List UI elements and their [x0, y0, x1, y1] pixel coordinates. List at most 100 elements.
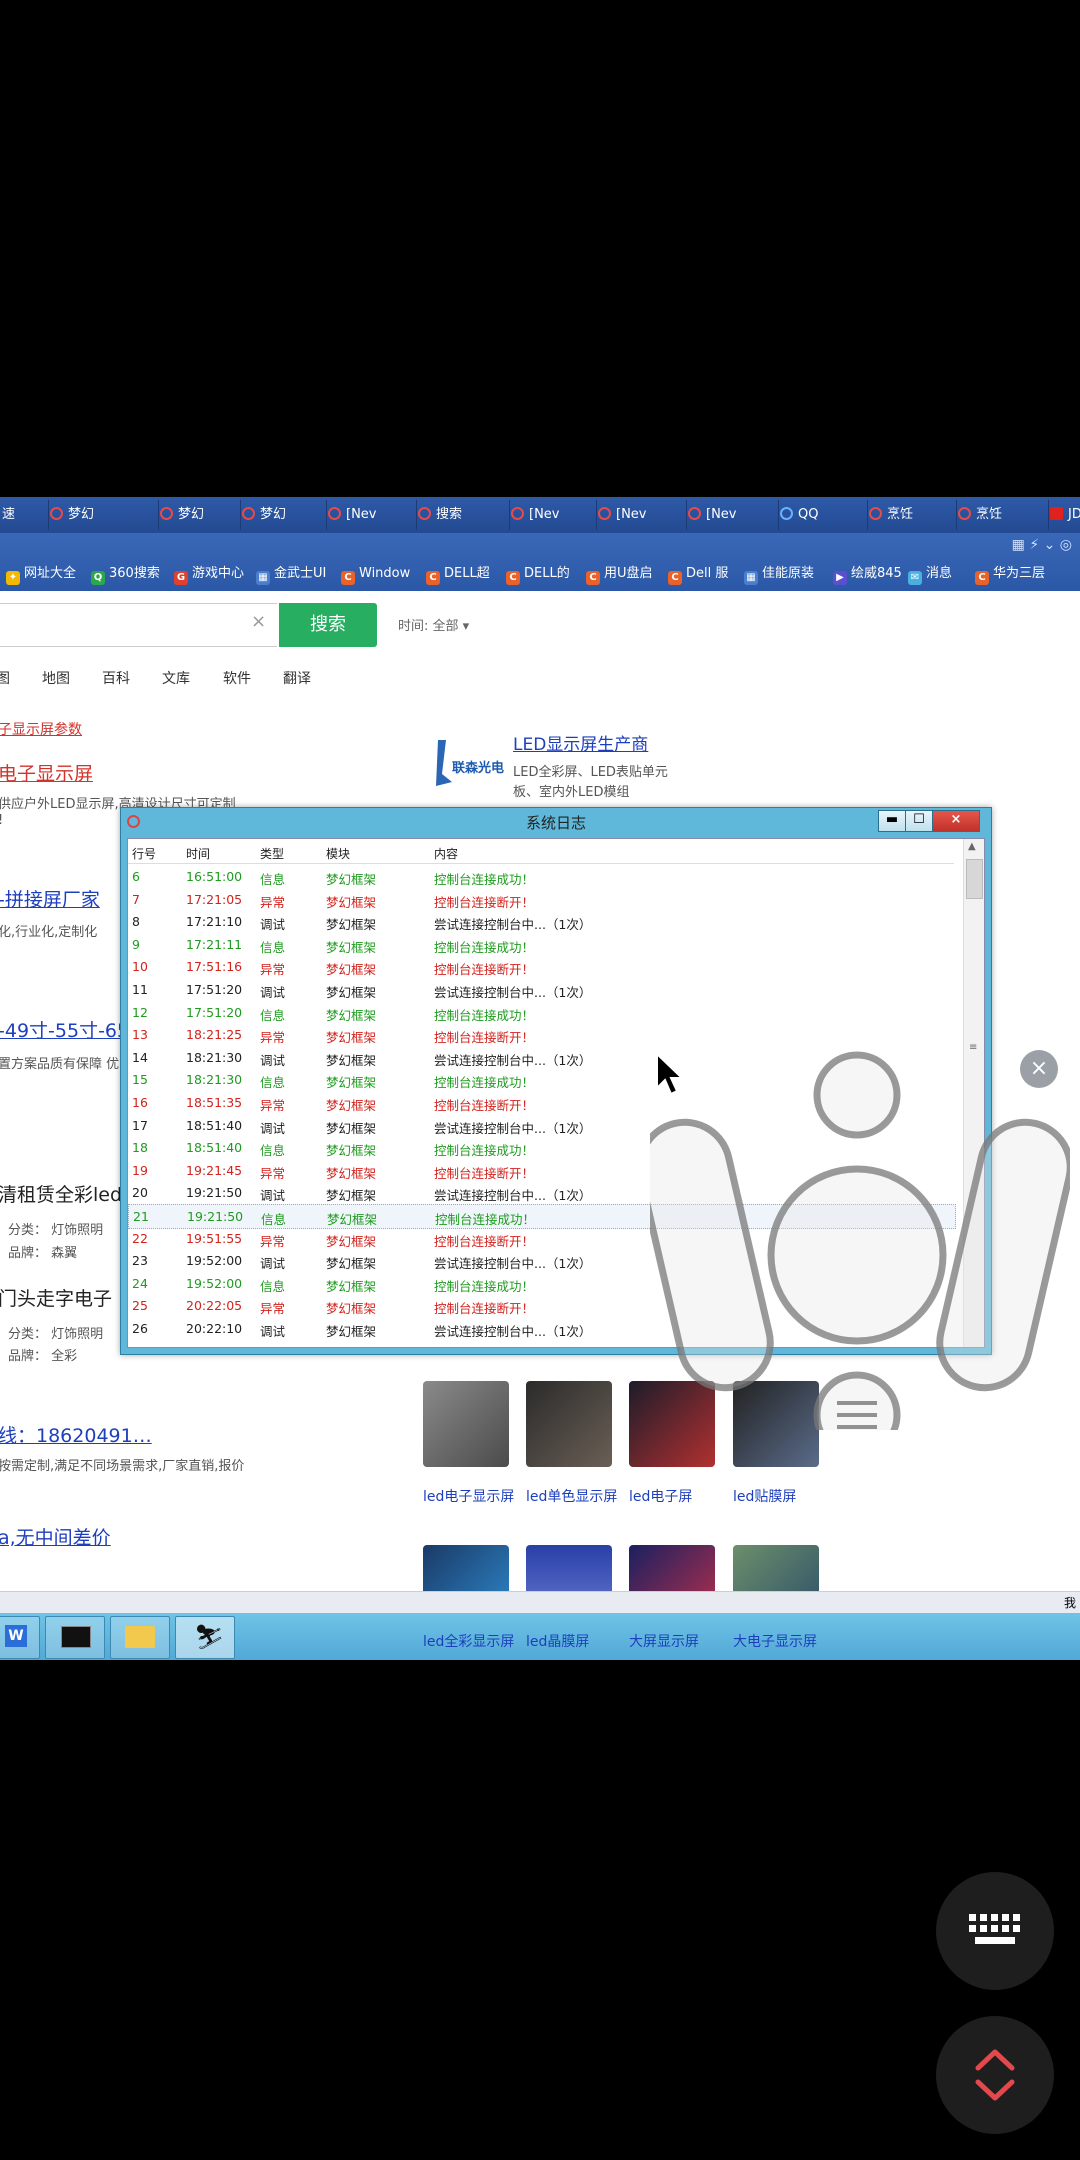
result-category-5: 分类： 灯饰照明	[8, 1327, 104, 1342]
bookmark-label: Window	[359, 566, 411, 581]
log-row[interactable]: 12 17:51:20 信息 梦幻框架 控制台连接成功！	[128, 1001, 954, 1024]
browser-tab[interactable]: 速	[0, 500, 49, 530]
keyboard-button[interactable]	[936, 1872, 1054, 1990]
col-header-module[interactable]: 模块	[326, 845, 350, 862]
tab-label: 速	[2, 507, 16, 522]
log-row[interactable]: 11 17:51:20 调试 梦幻框架 尝试连接控制台中...（1次）	[128, 978, 954, 1001]
ad-title[interactable]: LED显示屏生产商	[513, 730, 648, 755]
search-button[interactable]: 搜索	[279, 603, 377, 647]
nav-baike[interactable]: 百科	[102, 668, 130, 688]
nav-translate[interactable]: 翻译	[283, 668, 311, 688]
bookmark-item[interactable]: ▦ 佳能原装	[744, 561, 829, 587]
log-time: 18:51:40	[186, 1140, 243, 1156]
tab-favicon-icon	[160, 507, 173, 520]
thumb-caption-5[interactable]: led全彩显示屏	[423, 1632, 515, 1652]
maximize-button[interactable]: ☐	[905, 810, 933, 832]
browser-tab[interactable]: 梦幻	[44, 500, 159, 530]
taskbar-terminal-icon[interactable]	[45, 1616, 105, 1659]
log-table-header: 行号 时间 类型 模块 内容	[128, 839, 954, 864]
nav-wenku[interactable]: 文库	[162, 668, 190, 688]
search-input[interactable]	[0, 603, 277, 647]
browser-tab[interactable]: 搜索	[412, 500, 510, 530]
toolbar-right-icons[interactable]: ▦ ⚡ ⌄ ◎	[1012, 537, 1072, 553]
tab-favicon-icon	[688, 507, 701, 520]
taskbar-folder-icon[interactable]	[110, 1616, 170, 1659]
browser-tab[interactable]: 梦幻	[154, 500, 241, 530]
result-title-4[interactable]: 清租赁全彩led	[0, 1180, 122, 1207]
thumb-caption-3[interactable]: led电子屏	[629, 1487, 721, 1507]
thumb-caption-8[interactable]: 大电子显示屏	[733, 1632, 825, 1652]
thumb-caption-2[interactable]: led单色显示屏	[526, 1487, 618, 1507]
result-small-link[interactable]: 子显示屏参数	[0, 719, 82, 739]
joystick-top-button	[813, 1051, 901, 1139]
bookmark-item[interactable]: ▶ 绘威845	[833, 561, 904, 587]
bookmark-item[interactable]: C DELL的	[506, 561, 582, 587]
thumb-caption-6[interactable]: led晶膜屏	[526, 1632, 618, 1652]
nav-image[interactable]: 图	[0, 668, 10, 688]
scrollbar-thumb[interactable]	[966, 859, 983, 899]
tab-favicon-icon	[511, 507, 524, 520]
log-row[interactable]: 8 17:21:10 调试 梦幻框架 尝试连接控制台中...（1次）	[128, 910, 954, 933]
result-title-7[interactable]: a,无中间差价	[0, 1523, 111, 1550]
result-title-5[interactable]: 门头走字电子	[0, 1284, 112, 1311]
taskbar-game-icon[interactable]: ⛷	[175, 1616, 235, 1659]
col-header-time[interactable]: 时间	[186, 845, 210, 862]
browser-tab[interactable]: JD	[1044, 500, 1080, 530]
thumb-2[interactable]	[526, 1381, 612, 1467]
log-type: 调试	[260, 1324, 286, 1339]
log-row[interactable]: 9 17:21:11 信息 梦幻框架 控制台连接成功！	[128, 933, 954, 956]
bookmark-item[interactable]: C Window	[341, 561, 422, 587]
bookmark-item[interactable]: C 用U盘启	[586, 561, 664, 587]
thumb-caption-1[interactable]: led电子显示屏	[423, 1487, 515, 1507]
log-message: 尝试连接控制台中...（1次）	[434, 1188, 592, 1204]
bookmark-label: 网址大全	[24, 566, 77, 581]
browser-tab[interactable]: QQ	[774, 500, 868, 530]
log-message: 尝试连接控制台中...（1次）	[434, 1256, 592, 1272]
result-title-2[interactable]: -拼接屏厂家	[0, 885, 100, 912]
browser-tab[interactable]: [Nev	[505, 500, 597, 530]
log-message: 尝试连接控制台中...（1次）	[434, 1120, 592, 1136]
col-header-line[interactable]: 行号	[132, 845, 156, 862]
close-button[interactable]: ×	[932, 810, 980, 832]
browser-tab[interactable]: 烹饪	[863, 500, 957, 530]
time-filter[interactable]: 时间: 全部 ▾	[398, 615, 469, 634]
col-header-content[interactable]: 内容	[434, 845, 458, 862]
bookmark-item[interactable]: ✉ 消息	[908, 561, 971, 587]
bookmark-item[interactable]: C 华为三层	[975, 561, 1065, 587]
nav-map[interactable]: 地图	[42, 668, 70, 688]
minimize-button[interactable]: ▬	[878, 810, 906, 832]
log-row[interactable]: 6 16:51:00 信息 梦幻框架 控制台连接成功！	[128, 865, 954, 888]
bookmark-bar: ▦ ⚡ ⌄ ◎ ✦ 网址大全 Q 360搜索 G 游戏中心 ▦ 金武士UI C Window C DE…	[0, 533, 1080, 591]
log-module: 梦幻框架	[326, 1030, 377, 1046]
browser-tab[interactable]: [Nev	[682, 500, 779, 530]
tab-favicon-icon	[418, 507, 431, 520]
result-brand-5: 品牌： 全彩	[8, 1349, 78, 1364]
browser-tab[interactable]: [Nev	[592, 500, 687, 530]
result-title-1[interactable]: 电子显示屏	[0, 759, 93, 786]
log-row[interactable]: 10 17:51:16 异常 梦幻框架 控制台连接断开！	[128, 955, 954, 978]
thumb-caption-4[interactable]: led贴膜屏	[733, 1487, 825, 1507]
taskbar-wps-icon[interactable]: W	[0, 1616, 40, 1659]
nav-software[interactable]: 软件	[223, 668, 251, 688]
thumb-1[interactable]	[423, 1381, 509, 1467]
clear-search-icon[interactable]: ×	[251, 611, 266, 632]
log-module: 梦幻框架	[326, 917, 377, 933]
expand-collapse-button[interactable]	[936, 2016, 1054, 2134]
bookmark-item[interactable]: ▦ 金武士UI	[256, 561, 337, 587]
log-time: 17:21:10	[186, 914, 243, 930]
bookmark-item[interactable]: G 游戏中心	[174, 561, 252, 587]
browser-tab[interactable]: [Nev	[322, 500, 417, 530]
thumb-caption-7[interactable]: 大屏显示屏	[629, 1632, 721, 1652]
browser-tab[interactable]: 梦幻	[236, 500, 327, 530]
gamepad-overlay[interactable]	[650, 1040, 1070, 1430]
bookmark-item[interactable]: C Dell 服	[668, 561, 740, 587]
bookmark-item[interactable]: C DELL超	[426, 561, 502, 587]
bookmark-item[interactable]: Q 360搜索	[91, 561, 170, 587]
col-header-type[interactable]: 类型	[260, 845, 284, 862]
result-title-3[interactable]: -49寸-55寸-65	[0, 1016, 129, 1043]
log-type: 异常	[260, 1301, 286, 1317]
log-row[interactable]: 7 17:21:05 异常 梦幻框架 控制台连接断开！	[128, 888, 954, 911]
browser-tab[interactable]: 烹饪	[952, 500, 1049, 530]
bookmark-item[interactable]: ✦ 网址大全	[6, 561, 87, 587]
result-title-6[interactable]: 线：18620491…	[0, 1421, 152, 1448]
